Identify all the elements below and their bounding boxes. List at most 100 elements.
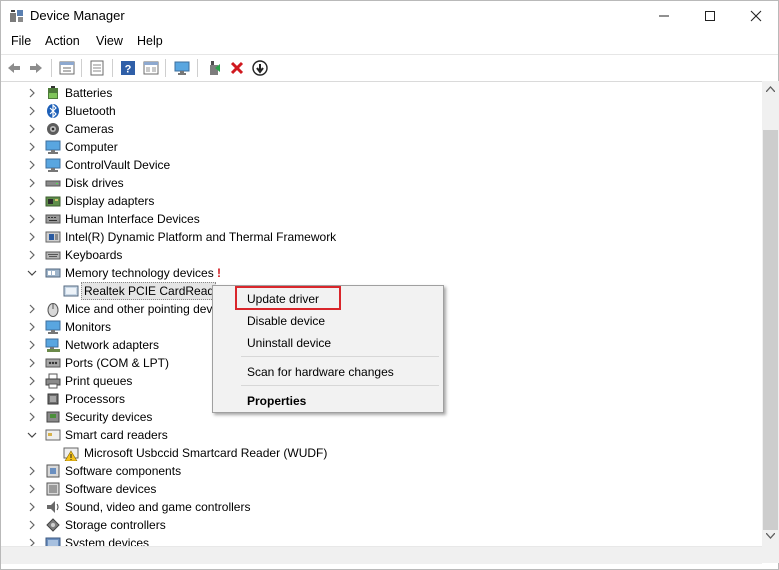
chevron-right-icon[interactable] — [27, 538, 37, 546]
help-icon: ? — [121, 61, 135, 76]
context-scan-hardware[interactable]: Scan for hardware changes — [247, 365, 394, 379]
chevron-down-icon[interactable] — [27, 430, 37, 440]
keyboard-icon — [45, 251, 61, 260]
title-bar[interactable]: Device Manager — [1, 1, 778, 31]
tree-category-item[interactable]: Intel(R) Dynamic Platform and Thermal Fr… — [1, 228, 762, 246]
minimize-button[interactable] — [641, 1, 687, 31]
computer-list-icon — [90, 60, 104, 76]
warning-marker: ! — [217, 266, 221, 280]
monitor-icon — [174, 61, 190, 75]
software-device-icon — [46, 482, 60, 496]
resources-icon — [143, 61, 159, 75]
tree-category-item[interactable]: ControlVault Device — [1, 156, 762, 174]
menu-action[interactable]: Action — [45, 34, 80, 48]
chevron-down-icon[interactable] — [27, 268, 37, 278]
chevron-right-icon[interactable] — [27, 196, 37, 206]
chevron-right-icon[interactable] — [27, 160, 37, 170]
chevron-right-icon[interactable] — [27, 88, 37, 98]
monitor-button[interactable] — [172, 58, 192, 78]
svg-text:?: ? — [125, 64, 132, 76]
uninstall-button[interactable] — [227, 58, 247, 78]
chevron-right-icon[interactable] — [27, 484, 37, 494]
vertical-scrollbar[interactable] — [762, 81, 779, 546]
chevron-right-icon[interactable] — [27, 376, 37, 386]
properties-button[interactable] — [57, 58, 77, 78]
tree-item-label: Ports (COM & LPT) — [65, 356, 170, 370]
chevron-right-icon[interactable] — [27, 178, 37, 188]
scan-button[interactable] — [250, 58, 270, 78]
software-component-icon — [46, 464, 60, 478]
storage-icon — [46, 518, 60, 532]
chevron-right-icon[interactable] — [27, 412, 37, 422]
tree-category-item[interactable]: Sound, video and game controllers — [1, 498, 762, 516]
chevron-right-icon[interactable] — [27, 394, 37, 404]
tree-category-item[interactable]: Disk drives — [1, 174, 762, 192]
tree-category-item[interactable]: Smart card readers — [1, 426, 762, 444]
chevron-right-icon[interactable] — [27, 340, 37, 350]
printer-icon — [45, 373, 61, 389]
forward-button[interactable] — [26, 58, 46, 78]
chevron-right-icon[interactable] — [27, 250, 37, 260]
computer-icon — [45, 140, 61, 154]
tree-category-item[interactable]: Software devices — [1, 480, 762, 498]
chevron-right-icon[interactable] — [27, 358, 37, 368]
toolbar-separator — [51, 59, 52, 77]
tree-category-item[interactable]: Bluetooth — [1, 102, 762, 120]
tree-category-item[interactable]: Storage controllers — [1, 516, 762, 534]
menu-help[interactable]: Help — [137, 34, 163, 48]
tree-item-label: Software components — [65, 464, 182, 478]
sound-icon — [47, 501, 59, 513]
computer-list-button[interactable] — [87, 58, 107, 78]
tree-category-item[interactable]: Software components — [1, 462, 762, 480]
chevron-right-icon[interactable] — [27, 466, 37, 476]
tree-item-label: Print queues — [65, 374, 133, 388]
tree-category-item[interactable]: Cameras — [1, 120, 762, 138]
horizontal-scrollbar[interactable] — [1, 546, 762, 564]
tree-item-label: Display adapters — [65, 194, 155, 208]
chevron-right-icon[interactable] — [27, 142, 37, 152]
close-icon — [750, 10, 762, 22]
tree-category-item[interactable]: Keyboards — [1, 246, 762, 264]
tree-category-item[interactable]: Memory technology devices! — [1, 264, 762, 282]
maximize-icon — [705, 11, 715, 21]
back-button[interactable] — [4, 58, 24, 78]
smart-card-icon — [45, 429, 61, 441]
update-driver-highlight — [235, 286, 341, 310]
scroll-down-icon[interactable] — [766, 533, 775, 539]
scroll-up-icon[interactable] — [766, 86, 775, 92]
memory-icon — [45, 268, 61, 278]
chevron-right-icon[interactable] — [27, 232, 37, 242]
context-disable-device[interactable]: Disable device — [247, 314, 325, 328]
tree-category-item[interactable]: Batteries — [1, 84, 762, 102]
help-button[interactable]: ? — [118, 58, 138, 78]
chevron-right-icon[interactable] — [27, 322, 37, 332]
chevron-right-icon[interactable] — [27, 304, 37, 314]
maximize-button[interactable] — [687, 1, 733, 31]
chevron-right-icon[interactable] — [27, 214, 37, 224]
chevron-right-icon[interactable] — [27, 502, 37, 512]
tree-category-item[interactable]: Human Interface Devices — [1, 210, 762, 228]
vertical-scroll-thumb[interactable] — [763, 130, 778, 530]
security-icon — [46, 411, 60, 423]
context-properties[interactable]: Properties — [247, 394, 306, 408]
tree-category-item[interactable]: Display adapters — [1, 192, 762, 210]
update-driver-button[interactable] — [204, 58, 224, 78]
chevron-right-icon[interactable] — [27, 520, 37, 530]
tree-item-label: Realtek PCIE CardReader — [84, 284, 225, 298]
chevron-right-icon[interactable] — [27, 106, 37, 116]
device-manager-app-icon — [10, 10, 23, 22]
resources-button[interactable] — [141, 58, 161, 78]
chevron-right-icon[interactable] — [27, 124, 37, 134]
tree-item-label: Mice and other pointing devices — [65, 302, 234, 316]
menu-file[interactable]: File — [11, 34, 31, 48]
close-button[interactable] — [733, 1, 779, 31]
device-manager-window: Device Manager File Action View Help ? B… — [0, 0, 779, 570]
menu-view[interactable]: View — [96, 34, 123, 48]
tree-category-item[interactable]: Computer — [1, 138, 762, 156]
monitor-icon — [45, 320, 61, 334]
tree-item-label: Batteries — [65, 86, 113, 100]
tree-category-item[interactable]: System devices — [1, 534, 762, 546]
context-uninstall-device[interactable]: Uninstall device — [247, 336, 331, 350]
toolbar-separator — [81, 59, 82, 77]
tree-child-item[interactable]: Microsoft Usbccid Smartcard Reader (WUDF… — [1, 444, 762, 462]
